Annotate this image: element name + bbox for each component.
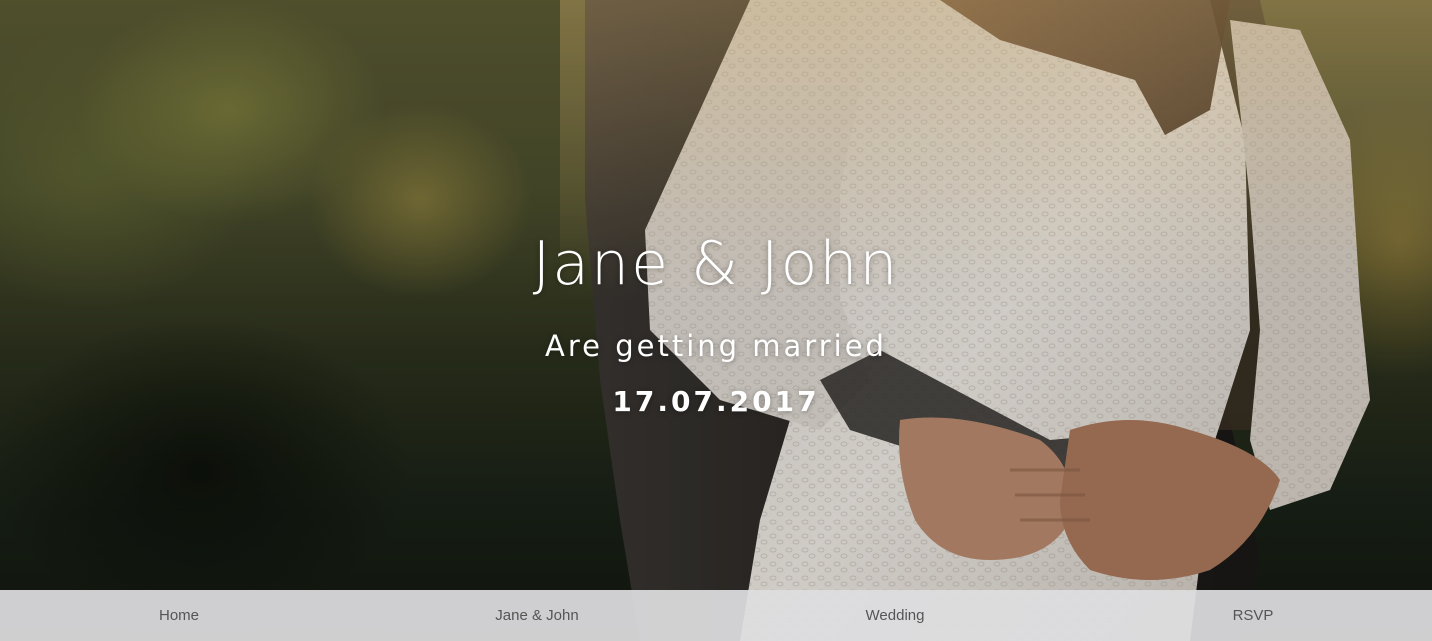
hero-section: Jane & John Are getting married 17.07.20… [0,0,1432,641]
main-navigation: Home Jane & John Wedding RSVP [0,590,1432,641]
nav-item-rsvp[interactable]: RSVP [1074,590,1432,641]
nav-item-home[interactable]: Home [0,590,358,641]
couple-names-title: Jane & John [532,229,900,299]
wedding-date: 17.07.2017 [612,385,820,418]
nav-item-jane-and-john[interactable]: Jane & John [358,590,716,641]
tagline: Are getting married [545,329,887,363]
nav-item-wedding[interactable]: Wedding [716,590,1074,641]
hero-background-photo [0,0,1432,641]
